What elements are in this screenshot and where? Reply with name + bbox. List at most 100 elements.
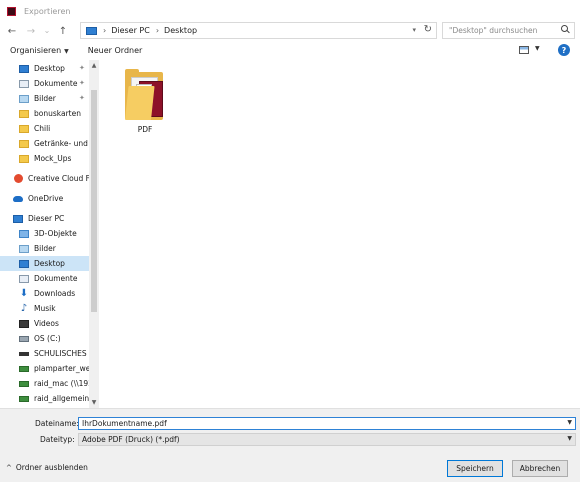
cancel-button[interactable]: Abbrechen xyxy=(512,460,568,477)
music-icon: ♪ xyxy=(20,302,28,314)
sidebar-item-pictures[interactable]: Bilder xyxy=(0,241,89,256)
scroll-up-icon[interactable]: ▲ xyxy=(89,62,99,69)
change-view-icon[interactable] xyxy=(519,46,529,54)
sidebar-item-label: Desktop xyxy=(34,259,65,268)
sidebar-item-raid-mac[interactable]: raid_mac (\\192. xyxy=(0,376,89,391)
filename-label: Dateiname: xyxy=(35,419,79,428)
sidebar-item-label: Chili xyxy=(34,124,51,133)
sidebar-item-documents[interactable]: Dokumente xyxy=(0,271,89,286)
sidebar-item-onedrive[interactable]: OneDrive xyxy=(0,191,89,206)
back-arrow-icon[interactable]: ← xyxy=(5,24,19,38)
sidebar-item-schulisches[interactable]: SCHULISCHES (D xyxy=(0,346,89,361)
sidebar-item-label: Dokumente xyxy=(34,79,78,88)
scroll-down-icon[interactable]: ▼ xyxy=(89,399,99,406)
usb-drive-icon xyxy=(19,351,29,356)
file-list-area[interactable]: PDF xyxy=(100,60,580,408)
documents-icon xyxy=(19,274,29,283)
sidebar-item-desktop-quick[interactable]: Desktop ✦ xyxy=(0,61,89,76)
window-title: Exportieren xyxy=(24,6,71,16)
sidebar-item-os-c[interactable]: OS (C:) xyxy=(0,331,89,346)
command-bar: Organisieren ▼ Neuer Ordner ▼ ? xyxy=(0,40,580,60)
pin-icon[interactable]: ✦ xyxy=(79,64,85,72)
forward-arrow-icon[interactable]: → xyxy=(24,24,38,38)
sidebar-item-desktop[interactable]: Desktop xyxy=(0,256,89,271)
sidebar-item-label: Musik xyxy=(34,304,56,313)
sidebar-item-label: Bilder xyxy=(34,244,56,253)
sidebar-item-pictures-quick[interactable]: Bilder ✦ xyxy=(0,91,89,106)
sidebar-item-this-pc[interactable]: Dieser PC xyxy=(0,211,89,226)
filename-value: IhrDokumentname.pdf xyxy=(82,419,167,428)
breadcrumb-this-pc[interactable]: Dieser PC xyxy=(111,26,150,35)
navigation-pane: Desktop ✦ Dokumente ✦ Bilder ✦ bonuskart… xyxy=(0,60,100,408)
sidebar-item-getraenke[interactable]: Getränke- und S xyxy=(0,136,89,151)
desktop-icon xyxy=(19,64,29,73)
pictures-icon xyxy=(19,94,29,103)
up-arrow-icon[interactable]: ↑ xyxy=(56,24,70,38)
sidebar-item-raid-allgemein[interactable]: raid_allgemein ( xyxy=(0,391,89,406)
sidebar-item-3d-objects[interactable]: 3D-Objekte xyxy=(0,226,89,241)
sidebar-item-label: 3D-Objekte xyxy=(34,229,77,238)
filetype-label: Dateityp: xyxy=(40,435,75,444)
recent-locations-chevron-icon[interactable]: ⌄ xyxy=(40,23,54,37)
sidebar-item-plamparter-web[interactable]: plamparter_web xyxy=(0,361,89,376)
filetype-dropdown-icon[interactable]: ▼ xyxy=(567,435,572,442)
folder-icon xyxy=(19,109,29,118)
scrollbar-thumb[interactable] xyxy=(91,90,97,312)
sidebar-item-documents-quick[interactable]: Dokumente ✦ xyxy=(0,76,89,91)
pdf-folder-icon xyxy=(125,69,163,120)
view-options-dropdown-icon[interactable]: ▼ xyxy=(535,45,540,52)
sidebar-item-label: Creative Cloud Fil xyxy=(28,174,89,183)
address-bar[interactable]: › Dieser PC › Desktop ▾ ↻ xyxy=(80,22,437,39)
indesign-app-icon xyxy=(7,6,16,16)
sidebar-item-downloads[interactable]: ⬇ Downloads xyxy=(0,286,89,301)
sidebar-item-label: SCHULISCHES (D xyxy=(34,349,89,358)
breadcrumb-chevron-icon: › xyxy=(103,26,107,35)
filename-input[interactable]: IhrDokumentname.pdf ▼ xyxy=(78,417,576,430)
sidebar-item-mock-ups[interactable]: Mock_Ups xyxy=(0,151,89,166)
new-folder-button[interactable]: Neuer Ordner xyxy=(88,46,143,55)
network-drive-icon xyxy=(19,380,29,387)
save-button[interactable]: Speichern xyxy=(447,460,503,477)
sidebar-item-chili[interactable]: Chili xyxy=(0,121,89,136)
sidebar-item-music[interactable]: ♪ Musik xyxy=(0,301,89,316)
chevron-up-icon: ^ xyxy=(6,463,12,472)
3d-objects-icon xyxy=(19,229,29,238)
filename-dropdown-icon[interactable]: ▼ xyxy=(567,419,572,426)
sidebar-item-label: Downloads xyxy=(34,289,76,298)
file-item-pdf-folder[interactable]: PDF xyxy=(118,68,172,138)
network-drive-icon xyxy=(19,365,29,372)
organize-button[interactable]: Organisieren ▼ xyxy=(10,46,69,55)
help-icon[interactable]: ? xyxy=(558,44,570,56)
videos-icon xyxy=(19,319,29,328)
downloads-icon: ⬇ xyxy=(19,287,29,299)
search-icon[interactable] xyxy=(560,24,570,34)
documents-icon xyxy=(19,79,29,88)
save-panel: Dateiname: IhrDokumentname.pdf ▼ Dateity… xyxy=(0,408,580,482)
refresh-icon[interactable]: ↻ xyxy=(424,24,432,35)
organize-label: Organisieren xyxy=(10,45,62,55)
sidebar-item-creative-cloud[interactable]: Creative Cloud Fil xyxy=(0,171,89,186)
sidebar-item-label: raid_allgemein ( xyxy=(34,394,89,403)
file-item-label: PDF xyxy=(137,125,153,134)
pictures-icon xyxy=(19,244,29,253)
address-dropdown-icon[interactable]: ▾ xyxy=(412,26,416,34)
sidebar-item-label: bonuskarten xyxy=(34,109,81,118)
pin-icon[interactable]: ✦ xyxy=(79,94,85,102)
sidebar-item-bonuskarten[interactable]: bonuskarten xyxy=(0,106,89,121)
navigation-pane-scrollbar[interactable]: ▲ ▼ xyxy=(89,60,99,408)
pin-icon[interactable]: ✦ xyxy=(79,79,85,87)
this-pc-icon xyxy=(13,214,23,223)
sidebar-item-label: Bilder xyxy=(34,94,56,103)
search-input[interactable]: "Desktop" durchsuchen xyxy=(442,22,575,39)
filetype-select[interactable]: Adobe PDF (Druck) (*.pdf) ▼ xyxy=(78,433,576,446)
drive-icon xyxy=(19,335,29,342)
breadcrumb-desktop[interactable]: Desktop xyxy=(164,26,197,35)
folder-icon xyxy=(19,139,29,148)
sidebar-item-videos[interactable]: Videos xyxy=(0,316,89,331)
hide-folders-toggle[interactable]: ^ Ordner ausblenden xyxy=(6,463,88,472)
breadcrumb-chevron-icon: › xyxy=(155,26,160,35)
sidebar-item-label: plamparter_web xyxy=(34,364,89,373)
onedrive-icon xyxy=(13,195,23,202)
sidebar-item-label: Mock_Ups xyxy=(34,154,72,163)
desktop-icon xyxy=(19,259,29,268)
